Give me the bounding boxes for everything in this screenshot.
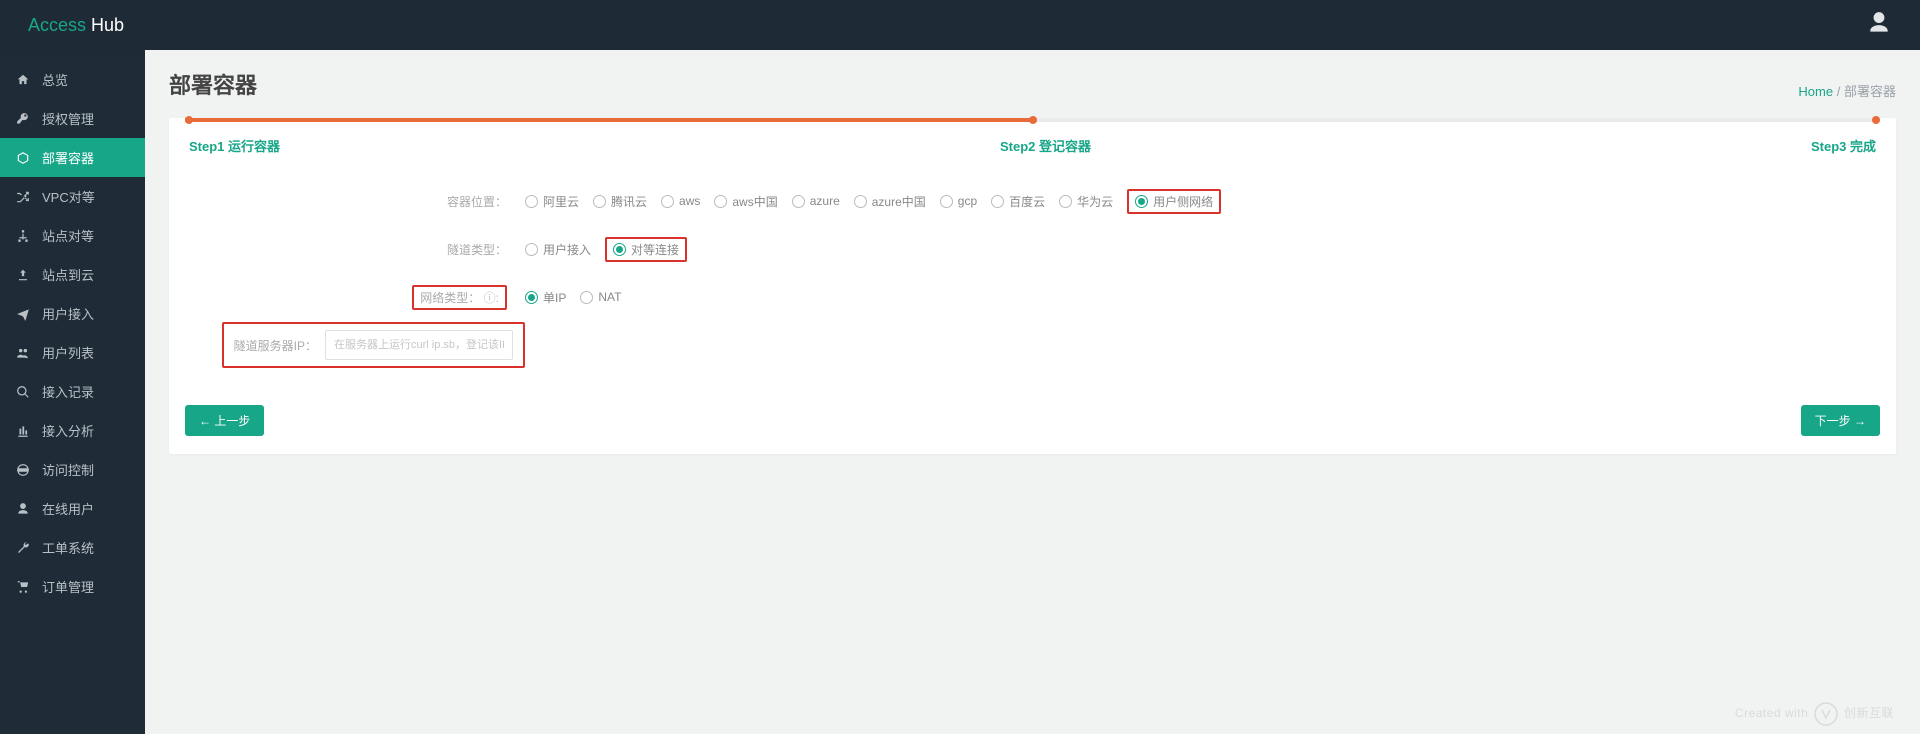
watermark: Created with 创新互联 (1735, 702, 1894, 726)
row-network-type: 网络类型： ⓘ: 单IP NAT (185, 273, 1880, 321)
topbar: Access Hub (0, 0, 1920, 50)
sidebar-item-label: 总览 (42, 70, 68, 89)
radio-location-azure中国[interactable]: azure中国 (854, 193, 926, 210)
user-icon (16, 502, 30, 516)
sidebar-item-wrench[interactable]: 工单系统 (0, 528, 145, 567)
wizard-card: Step1 运行容器 Step2 登记容器 Step3 完成 容器位置： 阿里云… (169, 118, 1896, 454)
sidebar-item-label: 用户接入 (42, 304, 94, 323)
sidebar-item-label: 工单系统 (42, 538, 94, 557)
plane-icon (16, 307, 30, 321)
sidebar-item-label: 在线用户 (42, 499, 94, 518)
main-content: 部署容器 Home / 部署容器 Step1 运行容器 Step2 登记容器 S… (145, 50, 1920, 734)
row-tunnel-ip: 隧道服务器IP： (185, 321, 1880, 369)
sidebar-item-label: VPC对等 (42, 187, 95, 206)
sidebar-item-label: 接入记录 (42, 382, 94, 401)
sidebar-item-cube[interactable]: 部署容器 (0, 138, 145, 177)
input-tunnel-ip[interactable] (325, 330, 513, 360)
key-icon (16, 112, 30, 126)
row-container-location: 容器位置： 阿里云腾讯云 aws aws中国 azure azure中国 gcp 百度云华为… (185, 177, 1880, 225)
breadcrumb-home[interactable]: Home (1798, 84, 1833, 99)
sidebar: 总览授权管理部署容器 VPC对等站点对等站点到云用户接入用户列表接入记录接入分析访… (0, 50, 145, 734)
radio-location-gcp[interactable]: gcp (940, 194, 977, 208)
radio-location-aws中国[interactable]: aws中国 (714, 193, 777, 210)
sidebar-item-label: 用户列表 (42, 343, 94, 362)
brand: Access Hub (28, 15, 124, 36)
row-tunnel-type: 隧道类型： 用户接入 对等连接 (185, 225, 1880, 273)
wizard-step-labels: Step1 运行容器 Step2 登记容器 Step3 完成 (185, 136, 1880, 155)
chart-icon (16, 424, 30, 438)
sidebar-item-globe[interactable]: 访问控制 (0, 450, 145, 489)
sitemap-icon (16, 229, 30, 243)
globe-icon (16, 463, 30, 477)
random-icon (16, 190, 30, 204)
home-icon (16, 73, 30, 87)
label-container-location: 容器位置： (185, 193, 525, 210)
wizard-progress (185, 118, 1880, 124)
radio-location-aws[interactable]: aws (661, 194, 700, 208)
profile-icon[interactable] (1866, 10, 1892, 41)
wizard-step2-label: Step2 登记容器 (1000, 136, 1091, 155)
wizard-step3-label: Step3 完成 (1811, 136, 1876, 155)
page-title: 部署容器 (169, 68, 257, 100)
wizard-step1-label: Step1 运行容器 (189, 136, 280, 155)
upload-icon (16, 268, 30, 282)
label-network-type: 网络类型： ⓘ: (185, 285, 525, 310)
sidebar-item-random[interactable]: VPC对等 (0, 177, 145, 216)
sidebar-item-label: 订单管理 (42, 577, 94, 596)
next-button[interactable]: 下一步 → (1801, 405, 1880, 436)
breadcrumb-current: 部署容器 (1844, 84, 1896, 99)
options-container-location: 阿里云腾讯云 aws aws中国 azure azure中国 gcp 百度云华为云 用户侧网络 (525, 189, 1880, 214)
sidebar-item-sitemap[interactable]: 站点对等 (0, 216, 145, 255)
sidebar-item-search[interactable]: 接入记录 (0, 372, 145, 411)
radio-tunnel-type-用户接入[interactable]: 用户接入 (525, 241, 591, 258)
radio-location-腾讯云[interactable]: 腾讯云 (593, 193, 647, 210)
radio-location-百度云[interactable]: 百度云 (991, 193, 1045, 210)
radio-location-华为云[interactable]: 华为云 (1059, 193, 1113, 210)
options-network-type: 单IP NAT (525, 289, 1880, 306)
radio-tunnel-type-对等连接[interactable]: 对等连接 (613, 241, 679, 258)
sidebar-item-key[interactable]: 授权管理 (0, 99, 145, 138)
sidebar-item-label: 站点对等 (42, 226, 94, 245)
sidebar-item-label: 访问控制 (42, 460, 94, 479)
wrench-icon (16, 541, 30, 555)
breadcrumb-sep: / (1837, 84, 1841, 99)
label-tunnel-ip: 隧道服务器IP： (234, 337, 317, 354)
sidebar-item-label: 部署容器 (42, 148, 94, 167)
options-tunnel-type: 用户接入 对等连接 (525, 237, 1880, 262)
search-icon (16, 385, 30, 399)
sidebar-item-home[interactable]: 总览 (0, 60, 145, 99)
sidebar-item-label: 接入分析 (42, 421, 94, 440)
sidebar-item-chart[interactable]: 接入分析 (0, 411, 145, 450)
cube-icon (16, 151, 30, 165)
sidebar-item-cart[interactable]: 订单管理 (0, 567, 145, 606)
radio-network-type-单IP[interactable]: 单IP (525, 289, 566, 306)
page-header: 部署容器 Home / 部署容器 (169, 68, 1896, 100)
brand-accent: Access (28, 15, 86, 35)
cart-icon (16, 580, 30, 594)
breadcrumb: Home / 部署容器 (1798, 81, 1896, 100)
radio-location-阿里云[interactable]: 阿里云 (525, 193, 579, 210)
sidebar-item-label: 授权管理 (42, 109, 94, 128)
radio-location-azure[interactable]: azure (792, 194, 840, 208)
brand-plain: Hub (86, 15, 124, 35)
prev-button[interactable]: ← 上一步 (185, 405, 264, 436)
radio-location-用户侧网络[interactable]: 用户侧网络 (1135, 193, 1213, 210)
radio-network-type-NAT[interactable]: NAT (580, 290, 621, 304)
sidebar-item-label: 站点到云 (42, 265, 94, 284)
sidebar-item-users[interactable]: 用户列表 (0, 333, 145, 372)
users-icon (16, 346, 30, 360)
sidebar-item-upload[interactable]: 站点到云 (0, 255, 145, 294)
sidebar-item-user[interactable]: 在线用户 (0, 489, 145, 528)
sidebar-item-plane[interactable]: 用户接入 (0, 294, 145, 333)
label-tunnel-type: 隧道类型： (185, 241, 525, 258)
wizard-actions: ← 上一步 下一步 → (185, 405, 1880, 436)
